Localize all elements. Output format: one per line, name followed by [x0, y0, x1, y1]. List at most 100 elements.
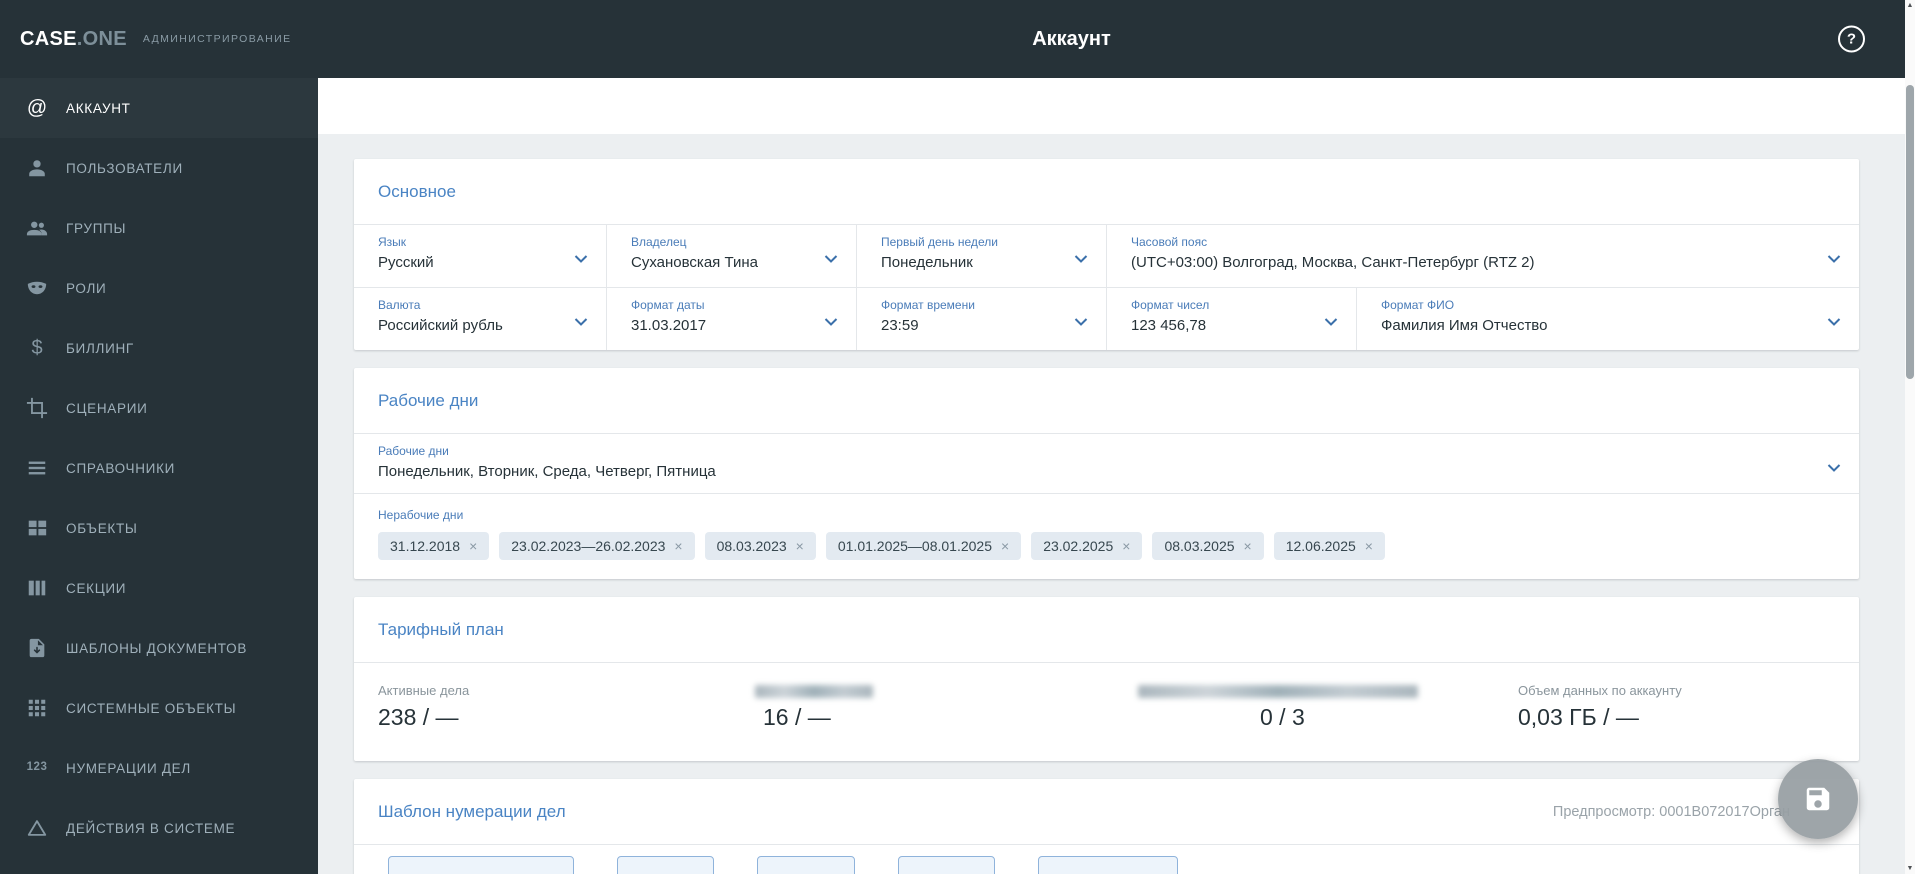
save-icon — [1806, 787, 1830, 811]
sidebar-item-label: НУМЕРАЦИИ ДЕЛ — [66, 760, 191, 776]
holiday-chip[interactable]: 23.02.2025 × — [1031, 532, 1143, 560]
close-icon[interactable]: × — [1122, 538, 1130, 554]
field-label: Формат даты — [631, 298, 705, 312]
sidebar-item-label: БИЛЛИНГ — [66, 340, 134, 356]
chevron-down-icon[interactable] — [1074, 255, 1088, 263]
stat-value: 0 / 3 — [1260, 704, 1305, 730]
stat-label: Объем данных по аккаунту — [1518, 683, 1682, 698]
sidebar-item-directories[interactable]: СПРАВОЧНИКИ — [0, 438, 318, 498]
sidebar-item-label: ОБЪЕКТЫ — [66, 520, 138, 536]
redacted-label — [755, 685, 873, 698]
holidays-label: Нерабочие дни — [378, 508, 464, 522]
crop-icon — [24, 395, 50, 421]
field-language[interactable]: Язык Русский — [354, 225, 607, 287]
field-value: Фамилия Имя Отчество — [1381, 317, 1548, 334]
numbering-chip[interactable] — [1038, 856, 1178, 874]
app-logo: CASE.ONE — [20, 28, 127, 51]
close-icon[interactable]: × — [796, 538, 804, 554]
sidebar-item-label: СЦЕНАРИИ — [66, 400, 148, 416]
card-title: Рабочие дни — [378, 390, 479, 410]
sidebar-item-system-objects[interactable]: СИСТЕМНЫЕ ОБЪЕКТЫ — [0, 678, 318, 738]
holiday-chip-label: 31.12.2018 — [390, 538, 461, 554]
numbering-chip[interactable] — [757, 856, 855, 874]
help-button[interactable]: ? — [1838, 25, 1865, 53]
holiday-chip-label: 23.02.2023—26.02.2023 — [511, 538, 666, 554]
holiday-chip[interactable]: 08.03.2025 × — [1152, 532, 1264, 560]
holiday-chip[interactable]: 31.12.2018 × — [378, 532, 490, 560]
numbering-chip[interactable] — [617, 856, 714, 874]
field-timezone[interactable]: Часовой пояс (UTC+03:00) Волгоград, Моск… — [1107, 225, 1859, 287]
scrollbar: ▲ ▼ — [1905, 0, 1915, 874]
field-label: Первый день недели — [881, 235, 998, 249]
sidebar-item-roles[interactable]: РОЛИ — [0, 258, 318, 318]
sidebar-item-label: ШАБЛОНЫ ДОКУМЕНТОВ — [66, 640, 248, 656]
field-name-format[interactable]: Формат ФИО Фамилия Имя Отчество — [1357, 288, 1859, 350]
chevron-down-icon[interactable] — [1074, 318, 1088, 326]
holiday-chip[interactable]: 01.01.2025—08.01.2025 × — [825, 532, 1022, 560]
holidays-chip-list: 31.12.2018 × 23.02.2023—26.02.2023 × 08.03… — [378, 532, 1835, 560]
stat-value: 0,03 ГБ / — — [1518, 704, 1639, 730]
chevron-down-icon[interactable] — [1827, 255, 1841, 263]
field-date-format[interactable]: Формат даты 31.03.2017 — [607, 288, 857, 350]
holiday-chip[interactable]: 08.03.2023 × — [704, 532, 816, 560]
numbering-card-header: Шаблон нумерации дел Предпросмотр: 0001B… — [354, 779, 1859, 845]
workdays-card-header: Рабочие дни — [354, 368, 1859, 434]
question-mark-icon: ? — [1846, 30, 1857, 48]
field-owner[interactable]: Владелец Сухановская Тина — [607, 225, 857, 287]
sidebar-item-label: СИСТЕМНЫЕ ОБЪЕКТЫ — [66, 700, 237, 716]
close-icon[interactable]: × — [1365, 538, 1373, 554]
field-value: Понедельник — [881, 254, 973, 271]
field-label: Валюта — [378, 298, 421, 312]
123-icon: 123 — [26, 761, 48, 774]
main-content: Основное Язык Русский Владелец Сухановск… — [318, 78, 1905, 874]
sidebar-item-users[interactable]: ПОЛЬЗОВАТЕЛИ — [0, 138, 318, 198]
sidebar-item-billing[interactable]: $ БИЛЛИНГ — [0, 318, 318, 378]
close-icon[interactable]: × — [1001, 538, 1009, 554]
list-icon — [24, 455, 50, 481]
general-fields-row-1: Язык Русский Владелец Сухановская Тина П… — [354, 225, 1859, 288]
close-icon[interactable]: × — [674, 538, 682, 554]
chevron-down-icon[interactable] — [574, 318, 588, 326]
sidebar-item-document-templates[interactable]: ШАБЛОНЫ ДОКУМЕНТОВ — [0, 618, 318, 678]
sidebar-item-label: ДЕЙСТВИЯ В СИСТЕМЕ — [66, 820, 236, 836]
chevron-down-icon[interactable] — [824, 255, 838, 263]
tariff-card: Тарифный план Активные дела 238 / — 16 /… — [354, 597, 1859, 761]
stat-value: 238 / — — [378, 704, 459, 730]
chevron-down-icon[interactable] — [574, 255, 588, 263]
sidebar-item-system-actions[interactable]: ДЕЙСТВИЯ В СИСТЕМЕ — [0, 798, 318, 858]
chevron-down-icon[interactable] — [1324, 318, 1338, 326]
holiday-chip[interactable]: 12.06.2025 × — [1273, 532, 1385, 560]
field-number-format[interactable]: Формат чисел 123 456,78 — [1107, 288, 1357, 350]
field-label: Часовой пояс — [1131, 235, 1208, 249]
field-value: 123 456,78 — [1131, 317, 1207, 334]
sidebar-item-sections[interactable]: СЕКЦИИ — [0, 558, 318, 618]
card-title: Основное — [378, 181, 456, 201]
field-workdays[interactable]: Рабочие дни Понедельник, Вторник, Среда,… — [354, 434, 1859, 494]
field-label: Формат чисел — [1131, 298, 1210, 312]
field-first-day-of-week[interactable]: Первый день недели Понедельник — [857, 225, 1107, 287]
scroll-down-icon[interactable]: ▼ — [1905, 865, 1915, 872]
sidebar-item-account[interactable]: @ АККАУНТ — [0, 78, 318, 138]
scroll-up-icon[interactable]: ▲ — [1905, 2, 1915, 9]
close-icon[interactable]: × — [1244, 538, 1252, 554]
workdays-card: Рабочие дни Рабочие дни Понедельник, Вто… — [354, 368, 1859, 579]
field-currency[interactable]: Валюта Российский рубль — [354, 288, 607, 350]
sidebar-item-groups[interactable]: ГРУППЫ — [0, 198, 318, 258]
sidebar-item-case-numbering[interactable]: 123 НУМЕРАЦИИ ДЕЛ — [0, 738, 318, 798]
card-title: Тарифный план — [378, 619, 504, 639]
chevron-down-icon[interactable] — [1827, 318, 1841, 326]
redacted-label — [1138, 685, 1418, 698]
save-button[interactable] — [1778, 759, 1858, 839]
close-icon[interactable]: × — [469, 538, 477, 554]
numbering-chip-list — [354, 845, 1859, 874]
scrollbar-thumb[interactable] — [1906, 85, 1914, 379]
chevron-down-icon[interactable] — [1827, 464, 1841, 472]
chevron-down-icon[interactable] — [824, 318, 838, 326]
field-time-format[interactable]: Формат времени 23:59 — [857, 288, 1107, 350]
sidebar-item-scenarios[interactable]: СЦЕНАРИИ — [0, 378, 318, 438]
sidebar-item-objects[interactable]: ОБЪЕКТЫ — [0, 498, 318, 558]
numbering-chip[interactable] — [898, 856, 995, 874]
field-value: Сухановская Тина — [631, 254, 758, 271]
numbering-chip[interactable] — [388, 856, 574, 874]
holiday-chip[interactable]: 23.02.2023—26.02.2023 × — [499, 532, 695, 560]
